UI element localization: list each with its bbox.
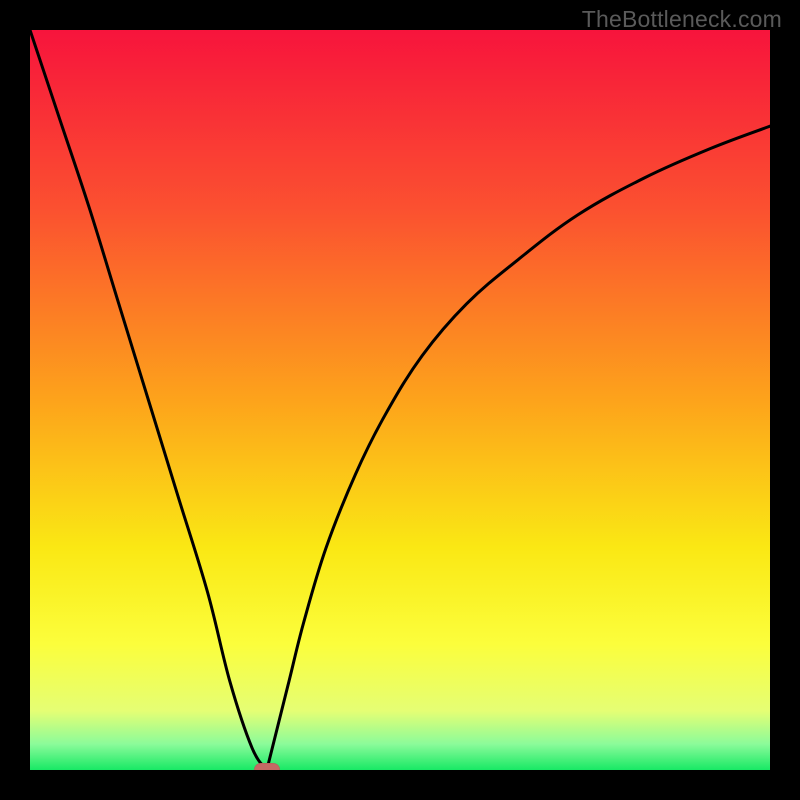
watermark-label: TheBottleneck.com xyxy=(582,6,782,33)
bottleneck-marker xyxy=(254,763,280,770)
plot-svg xyxy=(30,30,770,770)
chart-frame: TheBottleneck.com xyxy=(0,0,800,800)
gradient-background xyxy=(30,30,770,770)
plot-area xyxy=(30,30,770,770)
